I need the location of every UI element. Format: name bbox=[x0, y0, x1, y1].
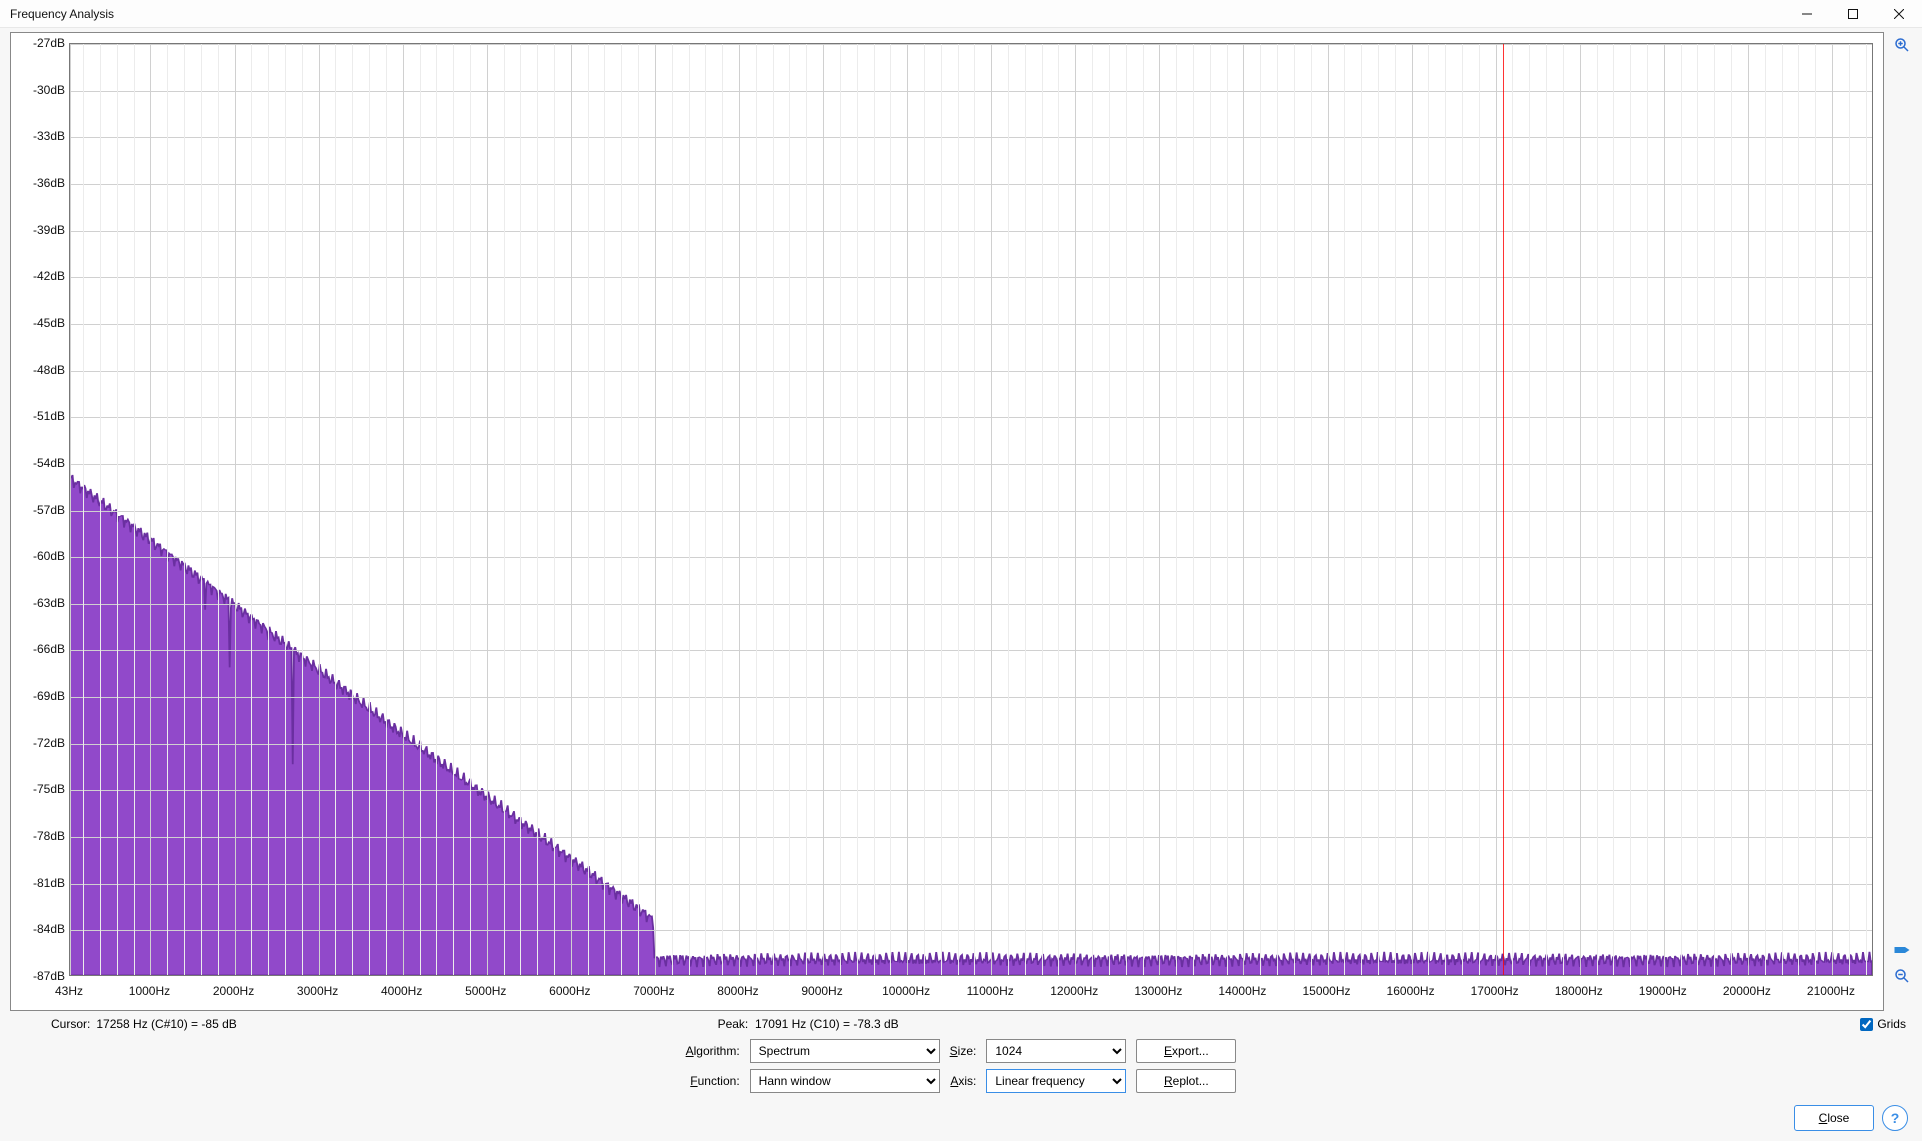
y-tick: -33dB bbox=[11, 129, 65, 143]
y-tick: -72dB bbox=[11, 736, 65, 750]
minimize-icon bbox=[1802, 9, 1812, 19]
tag-icon bbox=[1893, 941, 1911, 959]
x-tick: 9000Hz bbox=[801, 984, 842, 998]
zoom-in-icon bbox=[1893, 36, 1911, 54]
y-tick: -69dB bbox=[11, 689, 65, 703]
x-tick: 2000Hz bbox=[213, 984, 254, 998]
cursor-label: Cursor: bbox=[51, 1017, 90, 1031]
algorithm-select[interactable]: Spectrum bbox=[750, 1039, 940, 1063]
algorithm-label: Algorithm: bbox=[686, 1044, 740, 1058]
function-select[interactable]: Hann window bbox=[750, 1069, 940, 1093]
y-tick: -57dB bbox=[11, 503, 65, 517]
x-tick: 4000Hz bbox=[381, 984, 422, 998]
info-row: Cursor: 17258 Hz (C#10) = -85 dB Peak: 1… bbox=[6, 1011, 1916, 1033]
grids-label: Grids bbox=[1877, 1017, 1906, 1031]
titlebar: Frequency Analysis bbox=[0, 0, 1922, 28]
y-tick: -54dB bbox=[11, 456, 65, 470]
y-tick: -63dB bbox=[11, 596, 65, 610]
x-tick: 11000Hz bbox=[967, 984, 1014, 998]
cursor-line bbox=[1503, 44, 1504, 975]
y-tick: -42dB bbox=[11, 269, 65, 283]
x-tick: 6000Hz bbox=[549, 984, 590, 998]
x-tick: 21000Hz bbox=[1807, 984, 1855, 998]
y-tick: -84dB bbox=[11, 922, 65, 936]
peak-value: 17091 Hz (C10) = -78.3 dB bbox=[755, 1017, 899, 1031]
grids-toggle[interactable]: Grids bbox=[1860, 1017, 1906, 1031]
replot-button[interactable]: Replot... bbox=[1136, 1069, 1236, 1093]
axis-select[interactable]: Linear frequency bbox=[986, 1069, 1126, 1093]
zoom-out-icon bbox=[1893, 967, 1911, 985]
function-label: Function: bbox=[686, 1074, 740, 1088]
y-tick: -48dB bbox=[11, 363, 65, 377]
help-icon: ? bbox=[1891, 1110, 1900, 1126]
maximize-icon bbox=[1848, 9, 1858, 19]
x-tick: 15000Hz bbox=[1302, 984, 1350, 998]
x-tick: 18000Hz bbox=[1555, 984, 1603, 998]
x-tick: 7000Hz bbox=[633, 984, 674, 998]
y-tick: -87dB bbox=[11, 969, 65, 983]
x-tick: 1000Hz bbox=[129, 984, 170, 998]
size-select[interactable]: 1024 bbox=[986, 1039, 1126, 1063]
y-tick: -27dB bbox=[11, 36, 65, 50]
y-tick: -78dB bbox=[11, 829, 65, 843]
y-tick: -36dB bbox=[11, 176, 65, 190]
x-tick: 17000Hz bbox=[1471, 984, 1519, 998]
close-icon bbox=[1894, 9, 1904, 19]
y-tick: -75dB bbox=[11, 782, 65, 796]
y-tick: -45dB bbox=[11, 316, 65, 330]
tag-button[interactable] bbox=[1891, 939, 1913, 961]
size-label: Size: bbox=[950, 1044, 977, 1058]
x-tick: 20000Hz bbox=[1723, 984, 1771, 998]
zoom-out-button[interactable] bbox=[1891, 965, 1913, 987]
peak-label: Peak: bbox=[718, 1017, 749, 1031]
x-tick: 14000Hz bbox=[1218, 984, 1266, 998]
plot-tools bbox=[1888, 28, 1916, 1011]
cursor-value: 17258 Hz (C#10) = -85 dB bbox=[96, 1017, 236, 1031]
x-tick: 8000Hz bbox=[717, 984, 758, 998]
window-title: Frequency Analysis bbox=[0, 7, 114, 21]
y-tick: -66dB bbox=[11, 642, 65, 656]
x-tick: 19000Hz bbox=[1639, 984, 1687, 998]
close-window-button[interactable] bbox=[1876, 0, 1922, 28]
minimize-button[interactable] bbox=[1784, 0, 1830, 28]
close-button[interactable]: Close bbox=[1794, 1105, 1874, 1131]
zoom-in-button[interactable] bbox=[1891, 34, 1913, 56]
x-tick: 43Hz bbox=[55, 984, 83, 998]
y-tick: -39dB bbox=[11, 223, 65, 237]
y-tick: -81dB bbox=[11, 876, 65, 890]
x-tick: 12000Hz bbox=[1050, 984, 1098, 998]
x-tick: 5000Hz bbox=[465, 984, 506, 998]
export-button[interactable]: Export... bbox=[1136, 1039, 1236, 1063]
x-tick: 10000Hz bbox=[882, 984, 930, 998]
y-tick: -60dB bbox=[11, 549, 65, 563]
y-tick: -30dB bbox=[11, 83, 65, 97]
y-tick: -51dB bbox=[11, 409, 65, 423]
maximize-button[interactable] bbox=[1830, 0, 1876, 28]
x-tick: 16000Hz bbox=[1387, 984, 1435, 998]
axis-label: Axis: bbox=[950, 1074, 977, 1088]
help-button[interactable]: ? bbox=[1882, 1105, 1908, 1131]
dialog-buttons: Close ? bbox=[6, 1099, 1916, 1135]
spectrum-plot[interactable]: -27dB -30dB -33dB -36dB -39dB -42dB -45dB -48dB… bbox=[10, 32, 1884, 1011]
grids-checkbox[interactable] bbox=[1860, 1018, 1873, 1031]
controls-grid: Algorithm: Spectrum Size: 1024 Export...… bbox=[6, 1033, 1916, 1099]
x-tick: 13000Hz bbox=[1134, 984, 1182, 998]
x-tick: 3000Hz bbox=[297, 984, 338, 998]
